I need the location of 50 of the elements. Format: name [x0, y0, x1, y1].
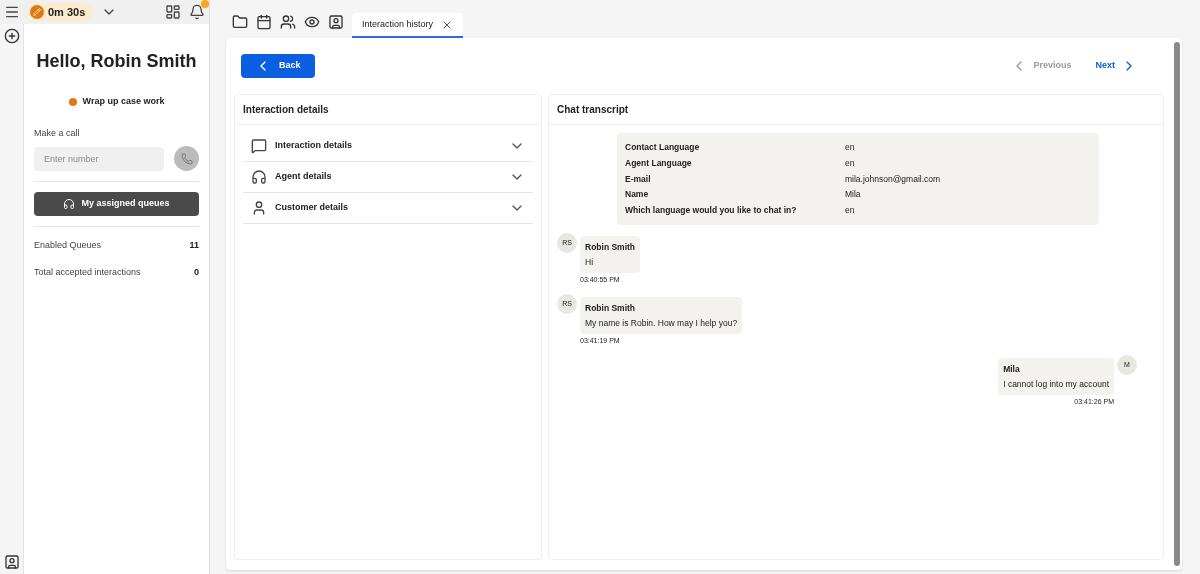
stat-label: Total accepted interactions — [34, 265, 141, 279]
pencil-icon — [33, 8, 41, 16]
info-value: en — [845, 204, 856, 217]
headset-icon — [63, 198, 76, 210]
phone-number-field[interactable]: Enter number — [34, 146, 164, 171]
accordion-item[interactable]: Agent details — [243, 162, 533, 193]
message-text: My name is Robin. How may I help you? — [585, 316, 738, 330]
panel-title: Chat transcript — [549, 95, 1163, 125]
stat-label: Enabled Queues — [34, 239, 102, 252]
contact-card-icon[interactable] — [328, 14, 344, 30]
next-button[interactable]: Next — [1095, 58, 1137, 74]
sender-name: Robin Smith — [585, 301, 637, 315]
layout-icon[interactable] — [165, 4, 181, 20]
info-label: E-mail — [625, 172, 652, 186]
stat-value: 11 — [189, 239, 199, 252]
sender-name: Robin Smith — [585, 240, 636, 254]
people-icon[interactable] — [280, 14, 296, 30]
make-call-label: Make a call — [34, 126, 81, 140]
timer-badge: 0m 30s — [28, 3, 94, 21]
tab[interactable]: Interaction history — [352, 13, 464, 38]
add-icon[interactable] — [3, 28, 20, 44]
info-value: en — [845, 141, 856, 154]
info-label: Name — [625, 188, 650, 201]
info-value: mila.johnson@gmail.com — [845, 172, 942, 186]
eye-icon[interactable] — [304, 14, 320, 30]
back-button[interactable]: Back — [241, 54, 315, 78]
person-icon — [251, 200, 267, 216]
info-label: Which language would you like to chat in? — [625, 204, 798, 217]
info-label: Agent Language — [625, 156, 693, 170]
folder-icon[interactable] — [232, 14, 248, 30]
assigned-queues-button[interactable]: My assigned queues — [34, 192, 199, 216]
phone-icon — [180, 152, 193, 165]
stat-value: 0 — [194, 265, 199, 279]
menu-icon[interactable] — [4, 4, 20, 20]
message-text: Hi — [585, 255, 595, 269]
info-value: Mila — [845, 188, 862, 201]
accordion-item[interactable]: Customer details — [243, 193, 533, 224]
sender-name: Mila — [1003, 362, 1021, 376]
headset-icon — [251, 169, 267, 185]
bell-icon[interactable] — [189, 4, 205, 20]
calendar-icon[interactable] — [256, 14, 272, 30]
chat-bubble-icon — [251, 138, 267, 154]
contact-card-icon[interactable] — [3, 554, 20, 570]
status-label: Wrap up case work — [82, 95, 165, 108]
info-label: Contact Language — [625, 141, 701, 154]
info-value: en — [845, 156, 856, 170]
accordion-item[interactable]: Interaction details — [243, 131, 533, 162]
panel-title: Interaction details — [235, 95, 541, 125]
greeting-heading: Hello, Robin Smith — [35, 50, 198, 73]
message-text: I cannot log into my account — [1003, 377, 1109, 391]
